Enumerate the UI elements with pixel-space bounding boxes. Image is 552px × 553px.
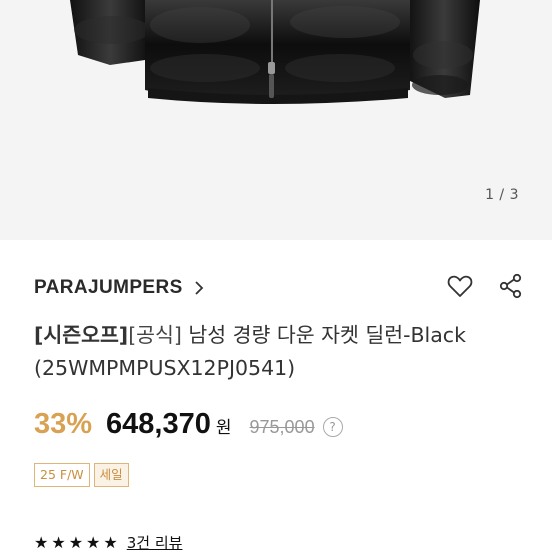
badge-list: 25 F/W 세일 [34,463,129,487]
star-rating-icon: ★★★★★ [34,533,121,552]
question-circle-icon[interactable]: ? [322,417,343,437]
rating-row[interactable]: ★★★★★ 3건 리뷰 [34,532,182,553]
gallery-pager: 1 / 3 [485,187,519,203]
sale-price: 648,370 [106,408,211,440]
chevron-right-icon [195,281,203,295]
price-row: 33% 648,370 원 975,000 ? [34,408,534,448]
discount-rate: 33% [34,408,93,440]
share-icon[interactable] [497,272,525,300]
currency-label: 원 [215,418,232,438]
season-badge: 25 F/W [34,463,90,487]
product-image-carousel[interactable]: 1 / 3 [0,0,552,240]
title-text: 남성 경량 다운 자켓 딜런-Black [181,323,466,347]
title-tag-season-off: [시즌오프] [34,323,129,347]
original-price: 975,000 [249,417,315,437]
product-code: (25WMPMPUSX12PJ0541) [34,356,296,380]
product-title: [시즌오프][공식] 남성 경량 다운 자켓 딜런-Black (25WMPMP… [34,319,534,385]
brand-name: PARAJUMPERS [34,277,183,298]
sale-badge: 세일 [93,463,129,487]
product-image-jacket [70,0,480,104]
heart-icon[interactable] [446,272,474,300]
review-count-link[interactable]: 3건 리뷰 [127,532,183,553]
title-tag-official: [공식] [128,323,182,347]
